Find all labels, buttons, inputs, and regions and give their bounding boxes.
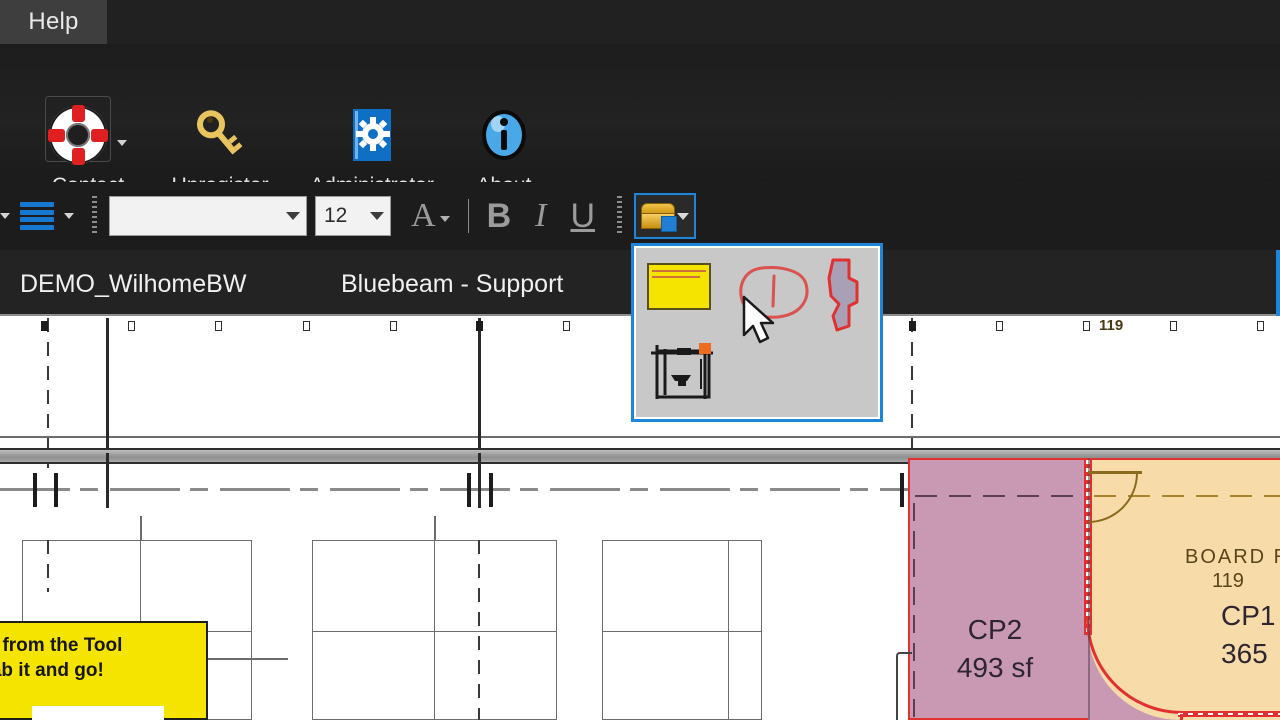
column-grid-line — [106, 453, 109, 508]
plan-grid-box — [602, 540, 762, 720]
chevron-down-icon[interactable] — [286, 212, 300, 220]
align-justify-icon[interactable] — [20, 202, 54, 230]
plan-grid-divider — [728, 540, 729, 720]
room-label-boardroom-code: CP1 — [1221, 600, 1276, 631]
dashed-grid-line — [47, 318, 49, 468]
centerline-tick — [900, 473, 904, 507]
font-size-value: 12 — [324, 204, 348, 227]
room-label-boardroom-name: BOARD R — [1185, 546, 1280, 568]
door-leaf — [1088, 471, 1142, 474]
centerline-tick — [54, 473, 58, 507]
plan-grid-divider — [312, 631, 557, 632]
mouse-cursor-arrow — [741, 295, 781, 354]
format-toolbar: 12 A B I U — [0, 182, 1280, 250]
dashed-grid-line — [478, 540, 480, 720]
column-grid-line — [106, 318, 109, 468]
document-bar-accent — [1276, 250, 1280, 316]
chevron-down-icon[interactable] — [117, 140, 127, 146]
sticky-note-line-2: y grab it and go! — [0, 660, 104, 681]
wall-mullion — [563, 321, 570, 331]
toolbar-grip[interactable] — [617, 196, 623, 236]
wall-line — [1180, 714, 1183, 720]
wall-mullion — [128, 321, 135, 331]
wall-mullion — [1083, 321, 1090, 331]
room-label-cp2-area: 493 sf — [956, 652, 1034, 683]
centerline-tick — [33, 473, 37, 507]
font-color-label: A — [411, 197, 436, 234]
chevron-down-icon[interactable] — [677, 212, 690, 220]
key-icon — [189, 100, 251, 170]
toolbar-separator — [467, 199, 469, 233]
font-name-combobox[interactable] — [109, 196, 307, 236]
sticky-note-line-1: rkup from the Tool — [0, 635, 123, 656]
ribbon-panel: s Contact — [0, 44, 1280, 213]
menu-tab-help[interactable]: Help — [0, 0, 107, 44]
wall-mullion — [1170, 321, 1177, 331]
chevron-down-icon[interactable] — [0, 213, 10, 219]
centerline-tick — [489, 473, 493, 507]
wall-mullion — [476, 321, 483, 331]
bold-button[interactable]: B — [487, 199, 512, 233]
callout-leader-line — [208, 658, 288, 660]
menu-bar: Help — [0, 0, 1280, 44]
plan-grid-tick — [140, 516, 142, 540]
ceiling-dashed-line — [915, 495, 1085, 497]
tool-chest-item-red-polygon[interactable] — [819, 256, 865, 341]
wall-mullion — [1257, 321, 1264, 331]
tool-chest-icon — [641, 203, 678, 232]
wall-mullion — [215, 321, 222, 331]
document-tab-label[interactable]: DEMO_WilhomeBW — [20, 270, 246, 299]
wall-mullion — [41, 321, 48, 331]
room-label-boardroom-area: 365 — [1221, 638, 1268, 669]
wall-bracket — [896, 652, 912, 720]
underline-button[interactable]: U — [570, 199, 595, 233]
menu-tab-help-label: Help — [28, 8, 79, 35]
toolbar-grip[interactable] — [92, 196, 97, 236]
admin-gear-icon — [343, 100, 401, 170]
room-label-boardroom-number: 119 — [1212, 570, 1244, 592]
plan-grid-divider — [602, 631, 762, 632]
wall-mullion — [909, 321, 916, 331]
font-color-button[interactable]: A — [411, 197, 450, 234]
plan-grid-divider — [434, 540, 435, 720]
window-title-label: Bluebeam - Support — [341, 270, 564, 298]
room-label-cp2-name: CP2 — [967, 614, 1023, 645]
door-number-label: 119 — [1099, 318, 1124, 334]
lifesaver-icon — [45, 96, 127, 170]
font-size-combobox[interactable]: 12 — [315, 196, 391, 236]
wall-mullion — [303, 321, 310, 331]
column-grid-line — [478, 318, 481, 468]
info-icon — [475, 100, 533, 170]
dashed-grid-line — [911, 318, 913, 458]
application-window: 13'-0" — [0, 0, 1280, 720]
tool-chest-item-cad-detail[interactable] — [647, 341, 717, 403]
chevron-down-icon[interactable] — [439, 216, 450, 222]
chevron-down-icon[interactable] — [64, 213, 74, 219]
dashed-grid-line — [47, 540, 49, 592]
wall-mullion — [390, 321, 397, 331]
italic-button[interactable]: I — [535, 199, 546, 233]
sticky-note-highlight — [32, 706, 164, 720]
column-grid-line — [478, 453, 481, 508]
drawing-guide-line — [0, 436, 1280, 438]
tool-chest-button[interactable] — [634, 193, 697, 239]
chevron-down-icon[interactable] — [370, 212, 384, 220]
plan-grid-tick — [434, 516, 436, 540]
wall-hatch-divider — [1178, 711, 1280, 717]
wall-mullion — [996, 321, 1003, 331]
tool-chest-item-yellow-text-box[interactable] — [647, 263, 711, 310]
room-dashed-line — [913, 503, 915, 720]
centerline-tick — [467, 473, 471, 507]
